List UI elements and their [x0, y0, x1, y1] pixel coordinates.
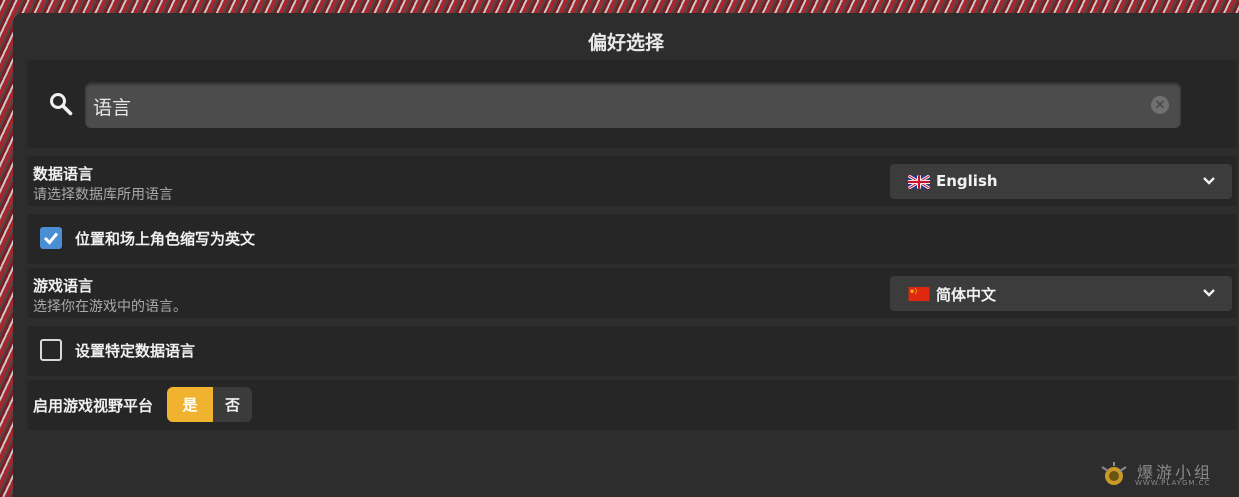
search-panel: ✕ [27, 60, 1237, 148]
data-language-dropdown[interactable]: English [890, 164, 1232, 199]
preferences-dialog: 偏好选择 ✕ 数据语言 请选择数据库所用语言 English [13, 13, 1239, 497]
data-language-title: 数据语言 [33, 165, 94, 183]
chevron-down-icon [1203, 289, 1215, 297]
data-language-value: English [936, 172, 998, 190]
dialog-title: 偏好选择 [587, 31, 664, 54]
search-icon [50, 93, 73, 116]
watermark-logo-icon [1101, 462, 1127, 485]
abbreviate-positions-label: 位置和场上角色缩写为英文 [75, 230, 256, 248]
game-language-dropdown[interactable]: 简体中文 [890, 276, 1232, 311]
specific-data-language-label: 设置特定数据语言 [75, 342, 196, 360]
uk-flag-icon [908, 175, 930, 189]
search-input[interactable] [91, 82, 1145, 130]
check-icon [43, 232, 59, 245]
watermark: 爆游小组 WWW.PLAYGM.CC [1097, 459, 1229, 489]
chevron-down-icon [1203, 177, 1215, 185]
clear-search-icon[interactable]: ✕ [1151, 96, 1169, 114]
data-language-row: 数据语言 请选择数据库所用语言 English [27, 156, 1237, 206]
specific-data-language-checkbox[interactable] [40, 339, 62, 361]
game-vision-row: 启用游戏视野平台 是 否 [27, 380, 1237, 430]
abbreviate-positions-checkbox[interactable] [40, 227, 62, 249]
abbreviate-positions-row[interactable]: 位置和场上角色缩写为英文 [27, 214, 1237, 264]
game-language-subtitle: 选择你在游戏中的语言。 [33, 299, 187, 315]
data-language-subtitle: 请选择数据库所用语言 [33, 187, 173, 203]
toggle-yes-option[interactable]: 是 [167, 387, 213, 422]
game-language-title: 游戏语言 [33, 277, 94, 295]
specific-data-language-row[interactable]: 设置特定数据语言 [27, 326, 1237, 376]
game-language-row: 游戏语言 选择你在游戏中的语言。 简体中文 [27, 268, 1237, 318]
game-language-value: 简体中文 [936, 286, 997, 304]
toggle-no-option[interactable]: 否 [213, 387, 252, 422]
china-flag-icon [908, 287, 930, 301]
game-vision-label: 启用游戏视野平台 [33, 397, 154, 415]
watermark-url: WWW.PLAYGM.CC [1135, 479, 1211, 487]
game-vision-toggle[interactable]: 是 否 [167, 387, 252, 422]
search-field: ✕ [85, 82, 1181, 130]
